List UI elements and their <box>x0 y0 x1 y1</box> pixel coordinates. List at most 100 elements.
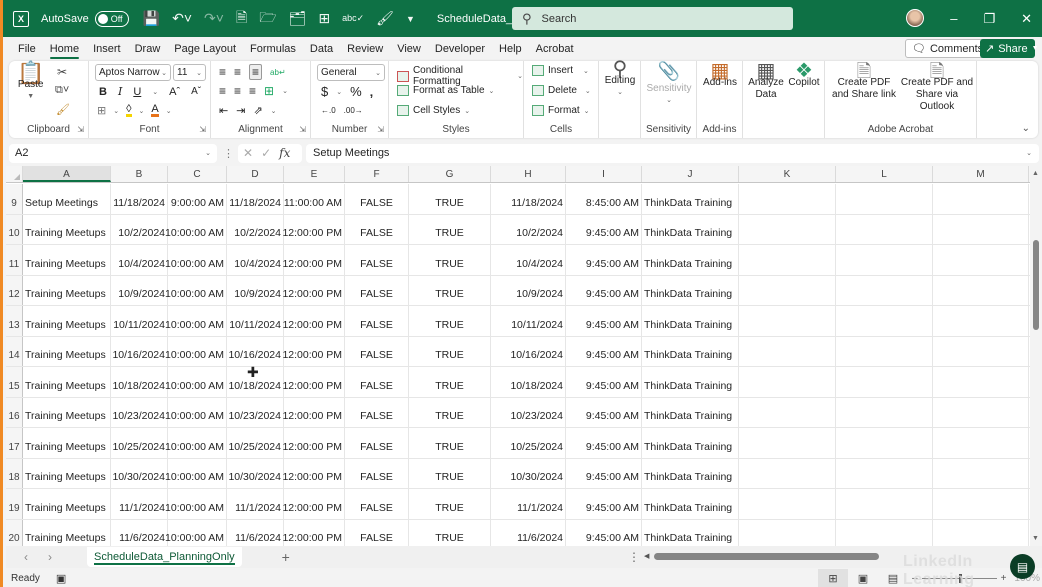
align-middle-icon[interactable]: ≡ <box>234 65 241 79</box>
open-folder-icon[interactable]: 🗁 <box>259 7 276 31</box>
cell-k14[interactable] <box>739 336 836 366</box>
create-pdf-share-link-button[interactable]: 🗎 Create PDF and Share link <box>829 62 899 101</box>
editing-button[interactable]: ⚲ Editing ⌄ <box>602 59 638 99</box>
cell-styles-button[interactable]: Cell Styles ⌄ <box>397 105 470 116</box>
row-header[interactable]: 9 <box>6 184 23 214</box>
cell-e15[interactable]: 12:00:00 PM <box>282 367 345 397</box>
cell-k10[interactable] <box>739 214 836 244</box>
analyze-data-button[interactable]: ▦ Analyze Data <box>747 61 785 101</box>
column-header-g[interactable]: G <box>409 166 491 182</box>
undo-icon[interactable]: ↶˅ <box>172 10 192 27</box>
screen-capture-icon[interactable]: ▤ <box>1010 554 1035 579</box>
cell-a11[interactable]: Training Meetups <box>23 245 111 275</box>
cell-k18[interactable] <box>739 458 836 488</box>
open-icon[interactable]: 🗂 <box>289 10 307 27</box>
cell-f11[interactable]: FALSE <box>345 245 409 275</box>
align-bottom-icon[interactable]: ≡ <box>249 64 263 80</box>
cell-c14[interactable]: 10:00:00 AM <box>165 336 227 366</box>
cell-b12[interactable]: 10/9/2024 <box>111 275 168 305</box>
tab-developer[interactable]: Developer <box>428 37 492 61</box>
cell-a15[interactable]: Training Meetups <box>23 367 111 397</box>
row-header[interactable]: 16 <box>6 397 23 427</box>
paste-button[interactable]: 📋 Paste ▼ <box>17 62 44 103</box>
tab-file[interactable]: File <box>11 37 43 61</box>
cell-k9[interactable] <box>739 184 836 214</box>
column-header-b[interactable]: B <box>111 166 168 182</box>
cell-d14[interactable]: 10/16/2024 <box>227 336 284 366</box>
cell-i16[interactable]: 9:45:00 AM <box>566 397 642 427</box>
cell-i17[interactable]: 9:45:00 AM <box>566 428 642 458</box>
cell-j16[interactable]: ThinkData Training <box>642 397 739 427</box>
cell-l19[interactable] <box>836 489 933 519</box>
cell-j12[interactable]: ThinkData Training <box>642 275 739 305</box>
tab-review[interactable]: Review <box>340 37 390 61</box>
redo-icon[interactable]: ↷˅ <box>204 10 224 27</box>
cell-a9[interactable]: Setup Meetings <box>23 184 111 214</box>
column-header-a[interactable]: A <box>23 166 111 182</box>
cell-g18[interactable]: TRUE <box>409 458 491 488</box>
cell-i20[interactable]: 9:45:00 AM <box>566 519 642 546</box>
cell-k13[interactable] <box>739 306 836 336</box>
cell-a18[interactable]: Training Meetups <box>23 458 111 488</box>
tab-insert[interactable]: Insert <box>86 37 128 61</box>
align-top-icon[interactable]: ≡ <box>219 65 226 79</box>
align-right-icon[interactable]: ≡ <box>249 84 256 98</box>
cell-c13[interactable]: 10:00:00 AM <box>165 306 227 336</box>
format-painter-icon[interactable]: 🖌 <box>56 103 70 116</box>
cell-h20[interactable]: 11/6/2024 <box>491 519 566 546</box>
cell-k11[interactable] <box>739 245 836 275</box>
cell-f12[interactable]: FALSE <box>345 275 409 305</box>
tab-view[interactable]: View <box>390 37 428 61</box>
decrease-decimal-icon[interactable]: .00→ <box>344 106 363 115</box>
cell-l14[interactable] <box>836 336 933 366</box>
cell-m13[interactable] <box>933 306 1029 336</box>
chevron-down-icon[interactable]: ⌄ <box>282 87 288 95</box>
sensitivity-button[interactable]: 📎 Sensitivity ⌄ <box>643 62 695 107</box>
row-header[interactable]: 12 <box>6 275 23 305</box>
cell-e16[interactable]: 12:00:00 PM <box>282 397 345 427</box>
column-header-k[interactable]: K <box>739 166 836 182</box>
normal-view-icon[interactable]: ⊞ <box>818 569 848 587</box>
cell-b16[interactable]: 10/23/2024 <box>111 397 168 427</box>
cell-k15[interactable] <box>739 367 836 397</box>
cell-i13[interactable]: 9:45:00 AM <box>566 306 642 336</box>
cell-i10[interactable]: 9:45:00 AM <box>566 214 642 244</box>
vertical-scroll-thumb[interactable] <box>1033 240 1039 330</box>
column-header-c[interactable]: C <box>168 166 227 182</box>
cell-a16[interactable]: Training Meetups <box>23 397 111 427</box>
format-as-table-button[interactable]: Format as Table ⌄ <box>397 85 494 96</box>
dialog-launcher-icon[interactable]: ⇲ <box>199 125 206 134</box>
insert-function-icon[interactable]: fx <box>279 146 290 160</box>
cell-b13[interactable]: 10/11/2024 <box>111 306 168 336</box>
row-header[interactable]: 13 <box>6 306 23 336</box>
cell-b9[interactable]: 11/18/2024 <box>111 184 168 214</box>
decrease-font-icon[interactable]: Aˇ <box>191 86 201 97</box>
cell-d13[interactable]: 10/11/2024 <box>227 306 284 336</box>
tab-acrobat[interactable]: Acrobat <box>529 37 581 61</box>
cell-a20[interactable]: Training Meetups <box>23 519 111 546</box>
cell-f15[interactable]: FALSE <box>345 367 409 397</box>
add-sheet-button[interactable]: + <box>282 549 290 565</box>
scroll-left-icon[interactable]: ◀ <box>644 552 649 560</box>
cell-a17[interactable]: Training Meetups <box>23 428 111 458</box>
number-format-select[interactable]: General ⌄ <box>317 64 385 81</box>
borders-icon[interactable]: ⊞ <box>97 104 106 117</box>
cell-j15[interactable]: ThinkData Training <box>642 367 739 397</box>
cell-j14[interactable]: ThinkData Training <box>642 336 739 366</box>
cell-i12[interactable]: 9:45:00 AM <box>566 275 642 305</box>
scroll-up-icon[interactable]: ▲ <box>1032 170 1039 177</box>
spreadsheet-grid[interactable]: ABCDEFGHIJKLM 9 Setup Meetings 11/18/2024 9… <box>6 166 1030 546</box>
cell-h19[interactable]: 11/1/2024 <box>491 489 566 519</box>
font-name-select[interactable]: Aptos Narrow ⌄ <box>95 64 171 81</box>
cell-i18[interactable]: 9:45:00 AM <box>566 458 642 488</box>
cell-e10[interactable]: 12:00:00 PM <box>282 214 345 244</box>
create-pdf-outlook-button[interactable]: 🗎 Create PDF and Share via Outlook <box>899 62 975 113</box>
cell-b11[interactable]: 10/4/2024 <box>111 245 168 275</box>
format-cells-button[interactable]: Format ⌄ <box>532 105 590 116</box>
orientation-icon[interactable]: ⇗ <box>253 104 262 117</box>
tab-data[interactable]: Data <box>303 37 340 61</box>
restore-icon[interactable]: ❐ <box>983 11 995 27</box>
cell-m20[interactable] <box>933 519 1029 546</box>
cell-j20[interactable]: ThinkData Training <box>642 519 739 546</box>
cell-l13[interactable] <box>836 306 933 336</box>
